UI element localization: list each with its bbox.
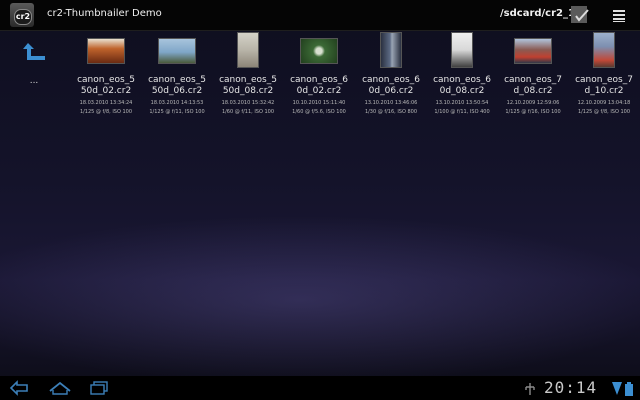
file-exposure: 1/60 @ f/5.6, ISO 100 [292,109,346,115]
home-icon[interactable] [48,379,72,397]
file-exposure: 1/125 @ f/8, ISO 100 [577,109,631,115]
file-date: 13.10.2010 13:46:06 [364,100,418,106]
file-exposure: 1/30 @ f/16, ISO 800 [364,109,418,115]
file-thumbnail [158,38,196,64]
file-date: 18.03.2010 13:34:24 [79,100,133,106]
battery-icon [625,381,633,400]
file-date: 13.10.2010 13:50:54 [435,100,489,106]
file-exposure: 1/125 @ f/16, ISO 100 [505,109,561,115]
action-bar: cr2 cr2-Thumbnailer Demo /sdcard/cr2_1 [0,0,640,31]
file-thumbnail [593,32,615,68]
parent-directory-item[interactable]: ... [12,40,56,94]
file-name: canon_eos_5 50d_08.cr2 [219,75,277,96]
file-name: canon_eos_6 0d_08.cr2 [433,75,491,96]
file-date: 12.10.2009 12:59:06 [506,100,560,106]
file-exposure: 1/125 @ f/8, ISO 100 [79,109,133,115]
clock[interactable]: 20:14 [544,378,597,397]
file-tile[interactable]: canon_eos_5 50d_08.cr2 18.03.2010 15:32:4… [212,30,284,120]
file-name: canon_eos_6 0d_02.cr2 [290,75,348,96]
file-tile[interactable]: canon_eos_5 50d_02.cr2 18.03.2010 13:34:2… [70,30,142,120]
file-name: canon_eos_6 0d_06.cr2 [362,75,420,96]
file-tile[interactable]: canon_eos_6 0d_08.cr2 13.10.2010 13:50:54… [426,30,498,120]
file-thumbnail [300,38,338,64]
file-name: canon_eos_5 50d_06.cr2 [148,75,206,96]
app-icon-text: cr2 [14,9,32,25]
file-date: 18.03.2010 14:13:53 [150,100,204,106]
file-name: canon_eos_7 d_08.cr2 [504,75,562,96]
file-tile[interactable]: canon_eos_6 0d_06.cr2 13.10.2010 13:46:06… [355,30,427,120]
recent-apps-icon[interactable] [88,379,110,397]
signal-icon [612,381,622,400]
system-bar: 20:14 [0,376,640,400]
back-icon[interactable] [8,379,30,397]
file-tile[interactable]: canon_eos_6 0d_02.cr2 10.10.2010 15:11:40… [283,30,355,120]
file-grid: canon_eos_5 50d_02.cr2 18.03.2010 13:34:2… [70,30,640,120]
file-date: 12.10.2009 13:04:18 [577,100,631,106]
file-thumbnail [87,38,125,64]
parent-directory-label: ... [29,76,39,86]
file-thumbnail [380,32,402,68]
file-exposure: 1/100 @ f/11, ISO 400 [434,109,490,115]
usb-debug-icon [524,381,536,400]
file-date: 18.03.2010 15:32:42 [221,100,275,106]
file-tile[interactable]: canon_eos_5 50d_06.cr2 18.03.2010 14:13:5… [141,30,213,120]
select-check-icon[interactable] [570,5,590,25]
file-name: canon_eos_5 50d_02.cr2 [77,75,135,96]
app-title: cr2-Thumbnailer Demo [47,8,162,19]
file-exposure: 1/60 @ f/11, ISO 100 [221,109,275,115]
file-name: canon_eos_7 d_10.cr2 [575,75,633,96]
file-thumbnail [451,32,473,68]
overflow-menu-icon[interactable] [611,8,627,22]
file-thumbnail [514,38,552,64]
file-date: 10.10.2010 15:11:40 [292,100,346,106]
current-path: /sdcard/cr2_1 [500,8,575,19]
camera-app-icon[interactable]: cr2 [10,3,34,27]
file-tile[interactable]: canon_eos_7 d_08.cr2 12.10.2009 12:59:06 … [497,30,569,120]
up-arrow-icon [21,40,49,68]
file-exposure: 1/125 @ f/11, ISO 100 [149,109,205,115]
file-tile[interactable]: canon_eos_7 d_10.cr2 12.10.2009 13:04:18 … [568,30,640,120]
file-thumbnail [237,32,259,68]
